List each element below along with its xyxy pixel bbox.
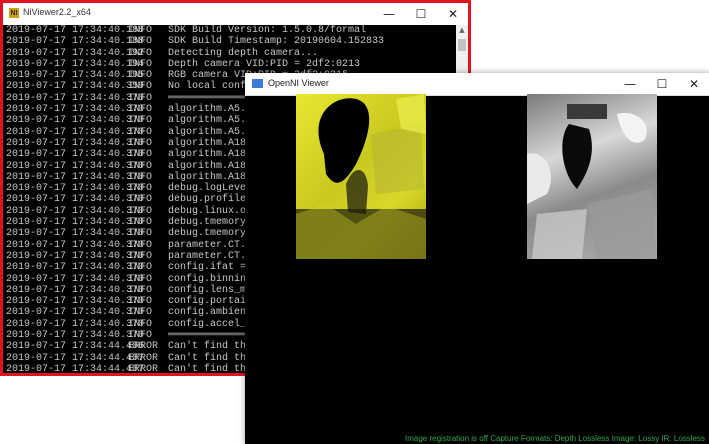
log-level: ERROR <box>128 341 159 353</box>
log-timestamp: 2019-07-17 17:34:40.370 <box>6 92 145 104</box>
depth-stream-view <box>296 94 426 259</box>
log-line: 2019-07-17 17:34:40.188INFO SDK Build Ver… <box>3 25 456 36</box>
log-level: INFO <box>128 262 153 274</box>
log-level: INFO <box>128 194 153 206</box>
log-timestamp: 2019-07-17 17:34:40.370 <box>6 330 145 342</box>
log-timestamp: 2019-07-17 17:34:44.407 <box>6 363 145 373</box>
log-level: INFO <box>128 92 153 104</box>
log-level: INFO <box>128 284 153 296</box>
console-maximize-button[interactable]: ☐ <box>406 3 436 25</box>
log-level: INFO <box>128 126 153 138</box>
log-level: INFO <box>128 250 153 262</box>
log-timestamp: 2019-07-17 17:34:40.192 <box>6 47 145 59</box>
log-line: 2019-07-17 17:34:40.188INFO SDK Build Tim… <box>3 36 456 47</box>
log-timestamp: 2019-07-17 17:34:40.370 <box>6 262 145 274</box>
log-level: INFO <box>128 25 153 36</box>
log-timestamp: 2019-07-17 17:34:40.370 <box>6 183 145 195</box>
log-timestamp: 2019-07-17 17:34:40.370 <box>6 160 145 172</box>
log-level: INFO <box>128 296 153 308</box>
log-timestamp: 2019-07-17 17:34:40.370 <box>6 284 145 296</box>
log-level: INFO <box>128 58 153 70</box>
log-timestamp: 2019-07-17 17:34:40.370 <box>6 217 145 229</box>
log-line: 2019-07-17 17:34:40.194INFO Depth camera … <box>3 59 456 70</box>
log-level: INFO <box>128 81 153 93</box>
log-timestamp: 2019-07-17 17:34:40.370 <box>6 250 145 262</box>
log-timestamp: 2019-07-17 17:34:40.188 <box>6 25 145 36</box>
log-timestamp: 2019-07-17 17:34:40.370 <box>6 149 145 161</box>
log-timestamp: 2019-07-17 17:34:44.407 <box>6 352 145 364</box>
log-timestamp: 2019-07-17 17:34:40.370 <box>6 296 145 308</box>
log-timestamp: 2019-07-17 17:34:40.370 <box>6 137 145 149</box>
log-timestamp: 2019-07-17 17:34:40.370 <box>6 318 145 330</box>
console-close-button[interactable]: ✕ <box>438 3 468 25</box>
viewer-maximize-button[interactable]: ☐ <box>647 73 677 95</box>
log-level: ERROR <box>128 363 159 373</box>
log-timestamp: 2019-07-17 17:34:40.359 <box>6 81 145 93</box>
log-level: INFO <box>128 171 153 183</box>
log-level: INFO <box>128 149 153 161</box>
viewer-titlebar[interactable]: OpenNI Viewer — ☐ ✕ <box>245 73 709 96</box>
log-level: INFO <box>128 160 153 172</box>
log-level: INFO <box>128 205 153 217</box>
log-level: INFO <box>128 70 153 82</box>
log-timestamp: 2019-07-17 17:34:40.370 <box>6 171 145 183</box>
viewer-status-bar: Image registration is off Capture Format… <box>405 434 705 443</box>
log-timestamp: 2019-07-17 17:34:40.370 <box>6 228 145 240</box>
log-timestamp: 2019-07-17 17:34:40.370 <box>6 273 145 285</box>
log-level: INFO <box>128 104 153 116</box>
viewer-close-button[interactable]: ✕ <box>679 73 709 95</box>
scroll-up-arrow-icon[interactable]: ▲ <box>456 25 468 35</box>
log-level: INFO <box>128 217 153 229</box>
log-message: Depth camera VID:PID = 2df2:0213 <box>168 58 361 70</box>
log-level: INFO <box>128 115 153 127</box>
viewer-title: OpenNI Viewer <box>268 78 329 88</box>
log-line: 2019-07-17 17:34:40.192INFO Detecting dep… <box>3 48 456 59</box>
log-level: INFO <box>128 239 153 251</box>
log-timestamp: 2019-07-17 17:34:40.370 <box>6 194 145 206</box>
log-timestamp: 2019-07-17 17:34:40.370 <box>6 205 145 217</box>
log-level: INFO <box>128 183 153 195</box>
ir-stream-view <box>527 94 657 259</box>
console-titlebar[interactable]: NI NiViewer2.2_x64 — ☐ ✕ <box>3 3 468 25</box>
log-message: Detecting depth camera... <box>168 47 319 59</box>
console-minimize-button[interactable]: — <box>374 3 404 25</box>
log-timestamp: 2019-07-17 17:34:40.370 <box>6 126 145 138</box>
console-title: NiViewer2.2_x64 <box>23 7 91 17</box>
log-level: INFO <box>128 330 153 342</box>
log-level: INFO <box>128 318 153 330</box>
log-level: INFO <box>128 273 153 285</box>
viewer-app-icon <box>252 79 263 88</box>
log-timestamp: 2019-07-17 17:34:40.370 <box>6 115 145 127</box>
log-timestamp: 2019-07-17 17:34:40.370 <box>6 307 145 319</box>
log-level: ERROR <box>128 352 159 364</box>
log-timestamp: 2019-07-17 17:34:40.195 <box>6 70 145 82</box>
log-message: SDK Build Version: 1.5.0.8/formal <box>168 25 367 36</box>
log-level: INFO <box>128 307 153 319</box>
console-app-icon: NI <box>9 8 19 18</box>
viewer-minimize-button[interactable]: — <box>615 73 645 95</box>
log-timestamp: 2019-07-17 17:34:44.406 <box>6 341 145 353</box>
log-message: SDK Build Timestamp: 20190604.152833 <box>168 36 385 48</box>
log-level: INFO <box>128 137 153 149</box>
log-timestamp: 2019-07-17 17:34:40.194 <box>6 58 145 70</box>
log-timestamp: 2019-07-17 17:34:40.188 <box>6 36 145 48</box>
log-timestamp: 2019-07-17 17:34:40.370 <box>6 239 145 251</box>
log-level: INFO <box>128 228 153 240</box>
scroll-thumb[interactable] <box>458 39 466 51</box>
log-level: INFO <box>128 36 153 48</box>
log-timestamp: 2019-07-17 17:34:40.370 <box>6 104 145 116</box>
viewer-window: OpenNI Viewer — ☐ ✕ Image registration i… <box>245 73 709 444</box>
log-level: INFO <box>128 47 153 59</box>
